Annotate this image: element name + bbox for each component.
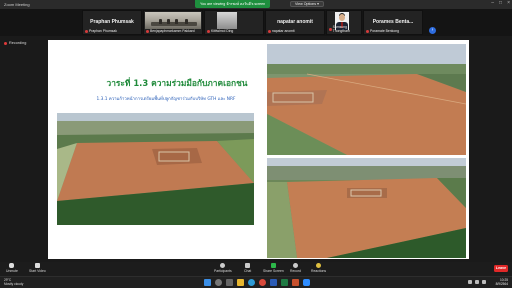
- battery-icon[interactable]: [482, 280, 486, 284]
- recording-indicator[interactable]: Recording: [4, 41, 26, 45]
- title-bar: Zoom Meeting You are viewing จักรพงษ์ คง…: [0, 0, 512, 9]
- record-button[interactable]: Record: [290, 263, 301, 273]
- participant-name: Praphan Phumsak: [89, 29, 117, 33]
- screen-share-banner: You are viewing จักรพงษ์ คงวันดี's scree…: [195, 0, 271, 8]
- edge-icon[interactable]: [248, 279, 255, 286]
- share-screen-label: Share Screen: [263, 269, 284, 273]
- zoom-window: Zoom Meeting You are viewing จักรพงษ์ คง…: [0, 0, 512, 288]
- participant-name: Poramate Benkong: [370, 29, 400, 33]
- participant-big-name: Porames Benta...: [372, 19, 414, 25]
- maximize-icon[interactable]: □: [499, 0, 502, 6]
- meeting-toolbar: Unmute Start Video Participants Chat Sha…: [0, 262, 512, 276]
- participant-name: Kittiwimol Ding: [211, 29, 234, 33]
- unmute-button[interactable]: Unmute: [6, 263, 18, 273]
- word-icon[interactable]: [270, 279, 277, 286]
- window-title: Zoom Meeting: [4, 2, 30, 7]
- file-explorer-icon[interactable]: [237, 279, 244, 286]
- leave-button[interactable]: Leave: [494, 265, 508, 272]
- start-icon[interactable]: [204, 279, 211, 286]
- participant-tile[interactable]: Samsung Thongtham: [326, 10, 362, 35]
- record-label: Record: [290, 269, 301, 273]
- record-dot-icon: [4, 41, 7, 45]
- slide-subtitle: 1.3.1 ความก้าวหน้าการเตรียมพื้นที่ปลูกกั…: [96, 97, 236, 102]
- task-view-icon[interactable]: [226, 279, 233, 286]
- participant-big-name: napatar anomit: [277, 19, 313, 25]
- reactions-button[interactable]: Reactions: [311, 263, 326, 273]
- mic-muted-icon: [366, 29, 369, 33]
- excel-icon[interactable]: [281, 279, 288, 286]
- clock-date: 8/9/2564: [495, 282, 508, 286]
- participant-tile[interactable]: Praphan Phumsak Praphan Phumsak: [82, 10, 142, 35]
- search-icon[interactable]: [215, 279, 222, 286]
- mic-muted-icon: [207, 29, 210, 33]
- next-page-arrow-icon[interactable]: ›: [429, 27, 436, 34]
- chat-icon: [245, 263, 251, 268]
- mic-muted-icon: [329, 27, 332, 31]
- system-tray: [468, 280, 486, 284]
- record-icon: [292, 263, 298, 268]
- participants-button[interactable]: Participants: [214, 263, 232, 273]
- participant-video: [145, 12, 201, 29]
- taskbar-apps: [204, 279, 310, 286]
- mic-muted-icon: [85, 29, 88, 33]
- powerpoint-icon[interactable]: [292, 279, 299, 286]
- participant-name: Benjapaphmarkamm Pakkard: [150, 29, 195, 33]
- aerial-photo-field-2: [267, 44, 466, 155]
- chat-label: Chat: [244, 269, 252, 273]
- participant-name: napatar anomit: [272, 29, 295, 33]
- slide-title: วาระที่ 1.3 ความร่วมมือกับภาคเอกชน: [106, 78, 248, 88]
- close-icon[interactable]: ×: [507, 0, 510, 6]
- windows-taskbar: 29°C Mostly cloudy 10:25 8/9/2564: [0, 276, 512, 288]
- start-video-button[interactable]: Start Video: [29, 263, 46, 273]
- wifi-icon[interactable]: [468, 280, 472, 284]
- share-screen-icon: [270, 263, 276, 268]
- minimize-icon[interactable]: –: [491, 0, 494, 6]
- participants-label: Participants: [214, 269, 232, 273]
- participant-tile[interactable]: Benjapaphmarkamm Pakkard: [143, 10, 203, 35]
- participant-tile[interactable]: Kittiwimol Ding: [204, 10, 264, 35]
- zoom-icon[interactable]: [303, 279, 310, 286]
- weather-widget[interactable]: 29°C Mostly cloudy: [4, 278, 23, 286]
- aerial-photo-field-3: [267, 158, 466, 258]
- chat-button[interactable]: Chat: [244, 263, 251, 273]
- chrome-icon[interactable]: [259, 279, 266, 286]
- view-options-button[interactable]: View Options ▾: [290, 1, 324, 7]
- taskbar-clock[interactable]: 10:25 8/9/2564: [496, 278, 508, 286]
- aerial-photo-field-1: [57, 113, 254, 225]
- mic-muted-icon: [146, 29, 149, 33]
- participant-big-name: Praphan Phumsak: [90, 19, 134, 25]
- shared-screen: วาระที่ 1.3 ความร่วมมือกับภาคเอกชน 1.3.1…: [48, 40, 469, 259]
- participant-tile[interactable]: napatar anomit napatar anomit: [265, 10, 325, 35]
- video-off-icon: [34, 263, 40, 268]
- recording-label: Recording: [9, 41, 27, 45]
- participant-tile[interactable]: Porames Benta... Poramate Benkong: [363, 10, 423, 35]
- volume-icon[interactable]: [475, 280, 479, 284]
- share-screen-button[interactable]: Share Screen: [263, 263, 284, 273]
- weather-desc: Mostly cloudy: [4, 282, 24, 286]
- unmute-label: Unmute: [6, 269, 18, 273]
- participant-strip: Praphan Phumsak Praphan Phumsak Benjapap…: [0, 9, 512, 36]
- participant-name: Samsung Thongtham: [332, 25, 350, 33]
- mic-muted-icon: [268, 29, 271, 33]
- reactions-icon: [316, 263, 322, 268]
- mic-off-icon: [9, 263, 15, 268]
- participant-video: [217, 12, 237, 29]
- start-video-label: Start Video: [29, 269, 46, 273]
- reactions-label: Reactions: [311, 269, 327, 273]
- participants-icon: [220, 263, 226, 268]
